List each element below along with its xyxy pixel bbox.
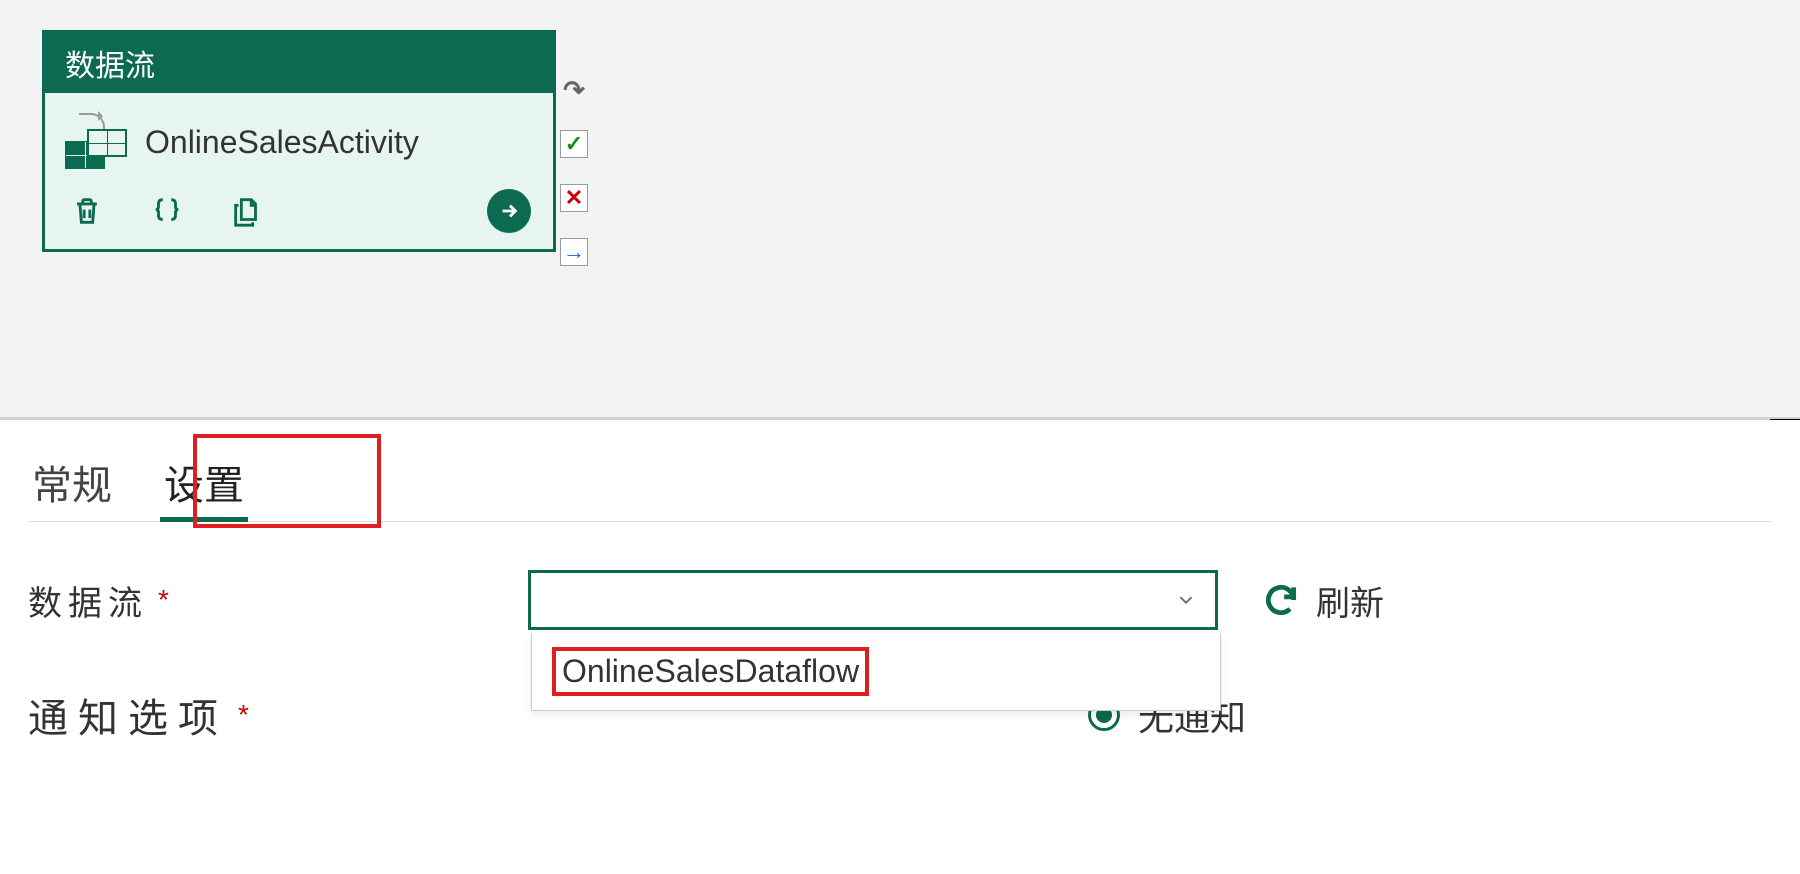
refresh-button[interactable]: 刷新 <box>1262 576 1384 625</box>
braces-button[interactable] <box>147 191 187 231</box>
dataflow-dropdown-list[interactable]: OnlineSalesDataflow <box>531 633 1221 711</box>
delete-button[interactable] <box>67 191 107 231</box>
required-indicator: * <box>238 699 259 731</box>
success-connector-icon[interactable]: ✓ <box>560 130 588 158</box>
tab-general[interactable]: 常规 <box>28 449 116 521</box>
refresh-icon <box>1262 581 1300 619</box>
field-label-dataflow: 数据流 * <box>28 576 528 625</box>
tab-settings[interactable]: 设置 <box>160 449 248 521</box>
field-label-notify: 通知选项 * <box>28 686 528 744</box>
connector-icons: ↷ ✓ ✕ → <box>560 76 588 266</box>
required-indicator: * <box>158 584 175 616</box>
completion-connector-icon[interactable]: → <box>560 238 588 266</box>
field-row-dataflow: 数据流 * OnlineSalesDataflow 刷新 <box>28 570 1772 630</box>
refresh-label: 刷新 <box>1316 576 1384 625</box>
copy-button[interactable] <box>227 191 267 231</box>
dataflow-dropdown[interactable]: OnlineSalesDataflow <box>528 570 1218 630</box>
field-label-text: 数据流 <box>28 576 148 625</box>
failure-connector-icon[interactable]: ✕ <box>560 184 588 212</box>
activity-node-dataflow[interactable]: 数据流 OnlineSalesActivity <box>42 30 556 252</box>
run-button[interactable] <box>487 189 531 233</box>
tabs: 常规 设置 <box>28 438 1772 522</box>
field-label-notify-text: 通知选项 <box>28 686 228 744</box>
properties-panel: 常规 设置 数据流 * OnlineSalesDataflow 刷新 通知选项 … <box>0 420 1800 744</box>
dataflow-icon <box>65 115 127 169</box>
activity-header: 数据流 <box>45 33 553 93</box>
dataflow-option-0[interactable]: OnlineSalesDataflow <box>552 647 869 696</box>
activity-name-label: OnlineSalesActivity <box>145 124 419 161</box>
pipeline-canvas[interactable]: 数据流 OnlineSalesActivity <box>0 0 1800 420</box>
refresh-connector-icon[interactable]: ↷ <box>560 76 588 104</box>
chevron-down-icon <box>1175 589 1197 611</box>
